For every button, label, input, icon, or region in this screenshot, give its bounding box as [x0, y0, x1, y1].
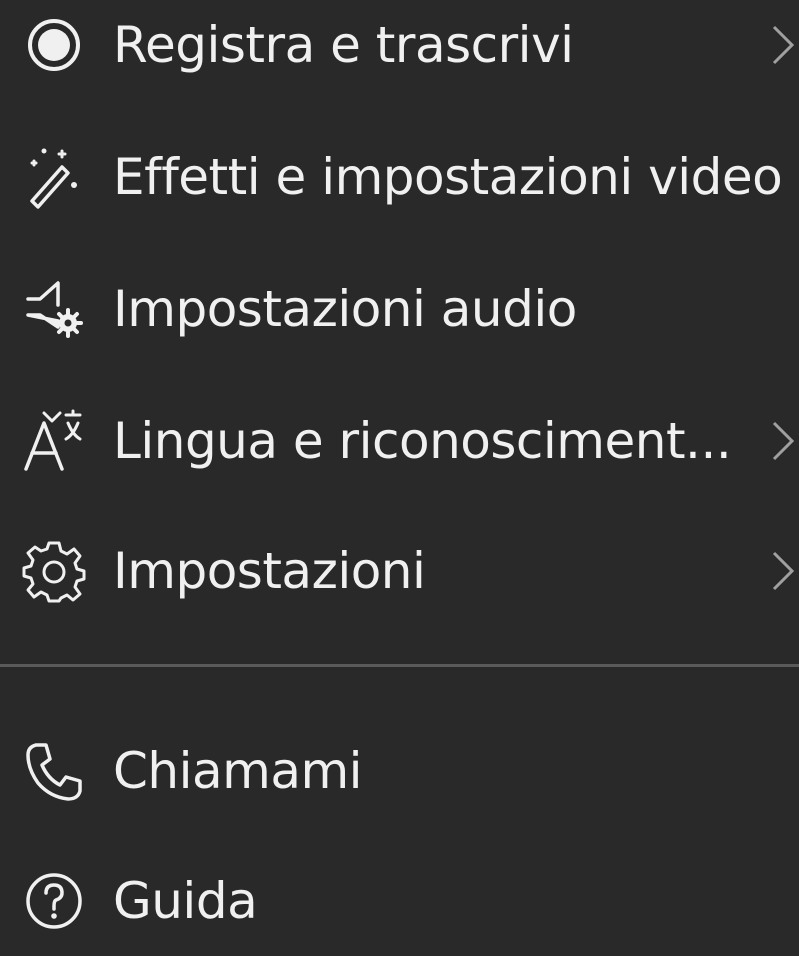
menu-item-settings[interactable]: Impostazioni [0, 516, 799, 626]
menu-item-label: Chiamami [113, 742, 363, 800]
menu-item-label: Impostazioni audio [113, 280, 577, 338]
menu-item-call-me[interactable]: Chiamami [0, 716, 799, 826]
menu-item-label: Registra e trascrivi [113, 16, 574, 74]
menu-item-record-transcribe[interactable]: Registra e trascrivi [0, 0, 799, 100]
menu-item-audio-settings[interactable]: Impostazioni audio [0, 254, 799, 364]
chevron-right-icon [770, 541, 799, 601]
chevron-right-icon [770, 15, 799, 75]
menu-item-label: Lingua e riconosciment... [113, 412, 732, 470]
menu-item-label: Guida [113, 872, 258, 930]
gear-icon [14, 531, 94, 611]
record-icon [14, 5, 94, 85]
language-icon [14, 401, 94, 481]
more-actions-menu: Registra e trascrivi Effetti e impostazi… [0, 0, 799, 929]
menu-divider [0, 664, 799, 667]
menu-item-label: Effetti e impostazioni video [113, 148, 783, 206]
menu-item-language-recognition[interactable]: Lingua e riconosciment... [0, 386, 799, 496]
menu-item-label: Impostazioni [113, 542, 426, 600]
speaker-gear-icon [14, 269, 94, 349]
menu-item-help[interactable]: Guida [0, 846, 799, 956]
help-icon [14, 861, 94, 941]
menu-item-video-effects[interactable]: Effetti e impostazioni video [0, 122, 799, 232]
phone-icon [14, 731, 94, 811]
magic-wand-icon [14, 137, 94, 217]
chevron-right-icon [770, 411, 799, 471]
